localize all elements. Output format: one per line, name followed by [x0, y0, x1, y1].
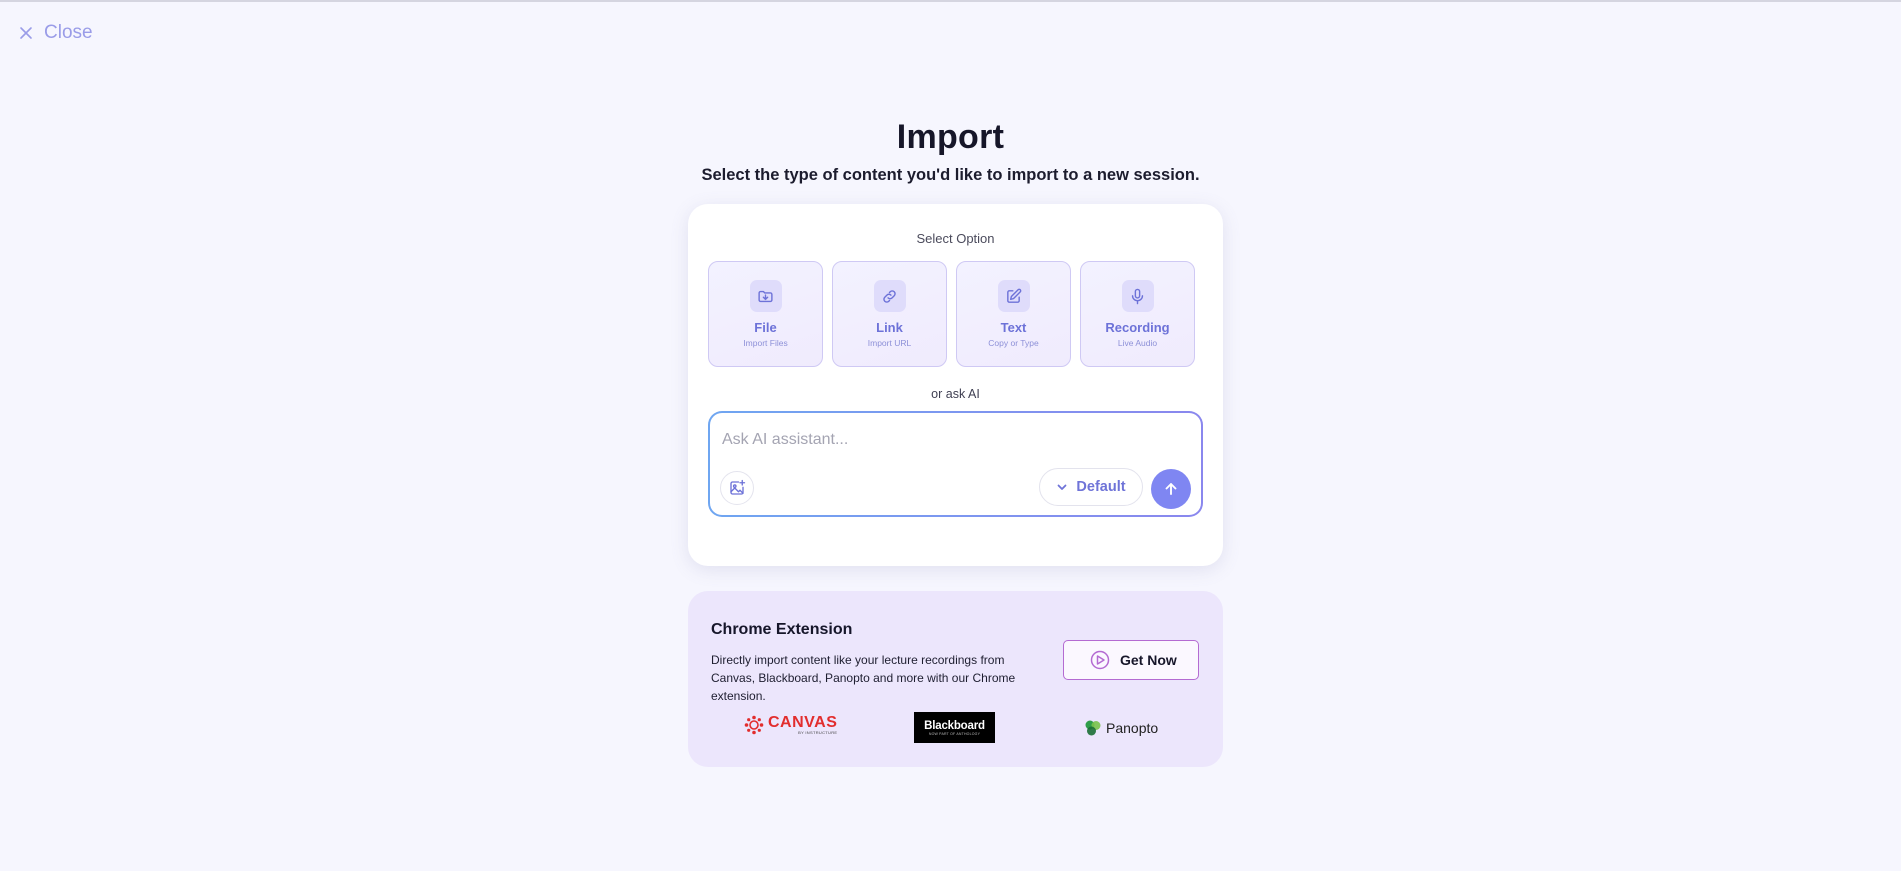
close-icon	[18, 25, 34, 41]
folder-download-icon	[749, 280, 782, 312]
option-text-label: Text	[1000, 320, 1027, 335]
get-now-button[interactable]: Get Now	[1063, 640, 1199, 680]
image-plus-icon	[728, 479, 746, 497]
model-select-label: Default	[1076, 479, 1126, 495]
option-recording[interactable]: Recording Live Audio	[1080, 261, 1195, 367]
import-options: File Import Files Link Import URL Text C	[708, 261, 1195, 367]
select-option-label: Select Option	[916, 231, 995, 246]
panopto-logo-text: Panopto	[1106, 720, 1159, 736]
option-link-label: Link	[876, 320, 903, 335]
close-label: Close	[44, 22, 93, 43]
page-subtitle: Select the type of content you'd like to…	[701, 166, 1200, 184]
option-link[interactable]: Link Import URL	[832, 261, 947, 367]
get-now-label: Get Now	[1120, 652, 1177, 668]
canvas-logo: CANVAS BY INSTRUCTURE	[744, 715, 837, 735]
option-file[interactable]: File Import Files	[708, 261, 823, 367]
import-card: Select Option File Import Files Link Imp…	[688, 204, 1223, 566]
panopto-logo: Panopto	[1084, 719, 1158, 737]
ai-assistant-input[interactable]	[720, 427, 1184, 453]
extension-title: Chrome Extension	[711, 621, 853, 638]
option-recording-sub: Live Audio	[1117, 338, 1158, 348]
option-text[interactable]: Text Copy or Type	[956, 261, 1071, 367]
arrow-up-icon	[1163, 481, 1179, 497]
blackboard-logo-text: Blackboard	[924, 719, 985, 732]
ai-assistant-box: Default	[708, 411, 1203, 517]
edit-icon	[997, 280, 1030, 312]
send-button[interactable]	[1151, 469, 1191, 509]
option-text-sub: Copy or Type	[988, 338, 1039, 348]
chevron-down-icon	[1056, 481, 1068, 493]
link-icon	[873, 280, 906, 312]
blackboard-logo-tag: NOW PART OF ANTHOLOGY	[928, 731, 981, 736]
top-border	[0, 0, 1901, 2]
option-recording-label: Recording	[1105, 320, 1170, 335]
close-button[interactable]: Close	[18, 22, 93, 44]
add-image-button[interactable]	[720, 471, 754, 505]
page-title: Import	[896, 118, 1005, 156]
chrome-extension-card: Chrome Extension Directly import content…	[688, 591, 1223, 767]
microphone-icon	[1121, 280, 1154, 312]
extension-description: Directly import content like your lectur…	[711, 653, 1016, 703]
panopto-logo-mark	[1084, 719, 1102, 737]
option-file-sub: Import Files	[743, 338, 788, 348]
canvas-logo-text: CANVAS	[768, 714, 838, 731]
blackboard-logo: Blackboard NOW PART OF ANTHOLOGY	[914, 712, 995, 743]
canvas-logo-mark	[744, 715, 764, 735]
or-ask-ai-label: or ask AI	[931, 387, 980, 401]
option-link-sub: Import URL	[867, 338, 912, 348]
option-file-label: File	[754, 320, 777, 335]
play-circle-icon	[1090, 650, 1110, 670]
model-select-button[interactable]: Default	[1039, 468, 1143, 506]
